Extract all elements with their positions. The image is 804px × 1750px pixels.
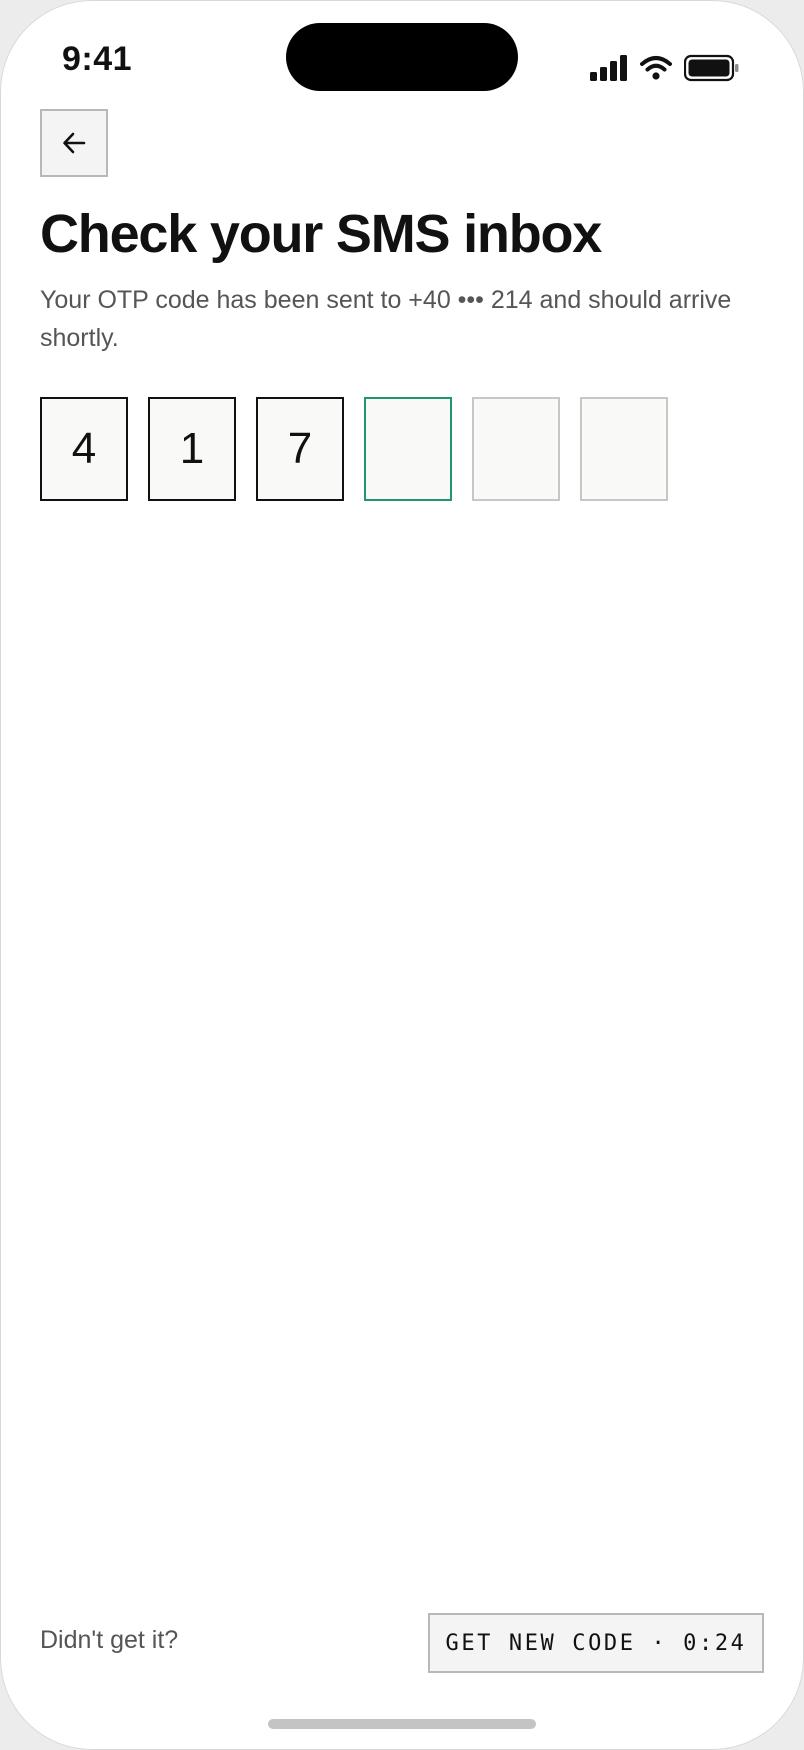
status-time: 9:41 <box>62 40 133 78</box>
dynamic-island <box>286 23 518 91</box>
otp-digit-4[interactable] <box>364 397 452 501</box>
cellular-signal-icon <box>590 55 627 81</box>
otp-digit-6[interactable] <box>580 397 668 501</box>
battery-icon <box>684 54 739 82</box>
status-icons <box>590 54 740 82</box>
resend-prompt: Didn't get it? <box>40 1626 179 1654</box>
otp-digit-3[interactable]: 7 <box>256 397 344 501</box>
get-new-code-button[interactable]: GET NEW CODE · 0:24 <box>428 1613 764 1673</box>
back-button[interactable] <box>40 109 108 177</box>
phone-screen: 9:41 Check your SMS inbox Your OTP code … <box>0 0 804 1750</box>
wifi-icon <box>640 56 672 80</box>
otp-digit-2[interactable]: 1 <box>148 397 236 501</box>
subtitle: Your OTP code has been sent to +40 ••• 2… <box>40 286 732 352</box>
page-title: Check your SMS inbox <box>40 204 602 264</box>
home-indicator[interactable] <box>268 1719 536 1729</box>
otp-input-group: 4 1 7 <box>40 397 668 501</box>
otp-digit-1[interactable]: 4 <box>40 397 128 501</box>
otp-digit-5[interactable] <box>472 397 560 501</box>
arrow-left-icon <box>63 132 86 154</box>
